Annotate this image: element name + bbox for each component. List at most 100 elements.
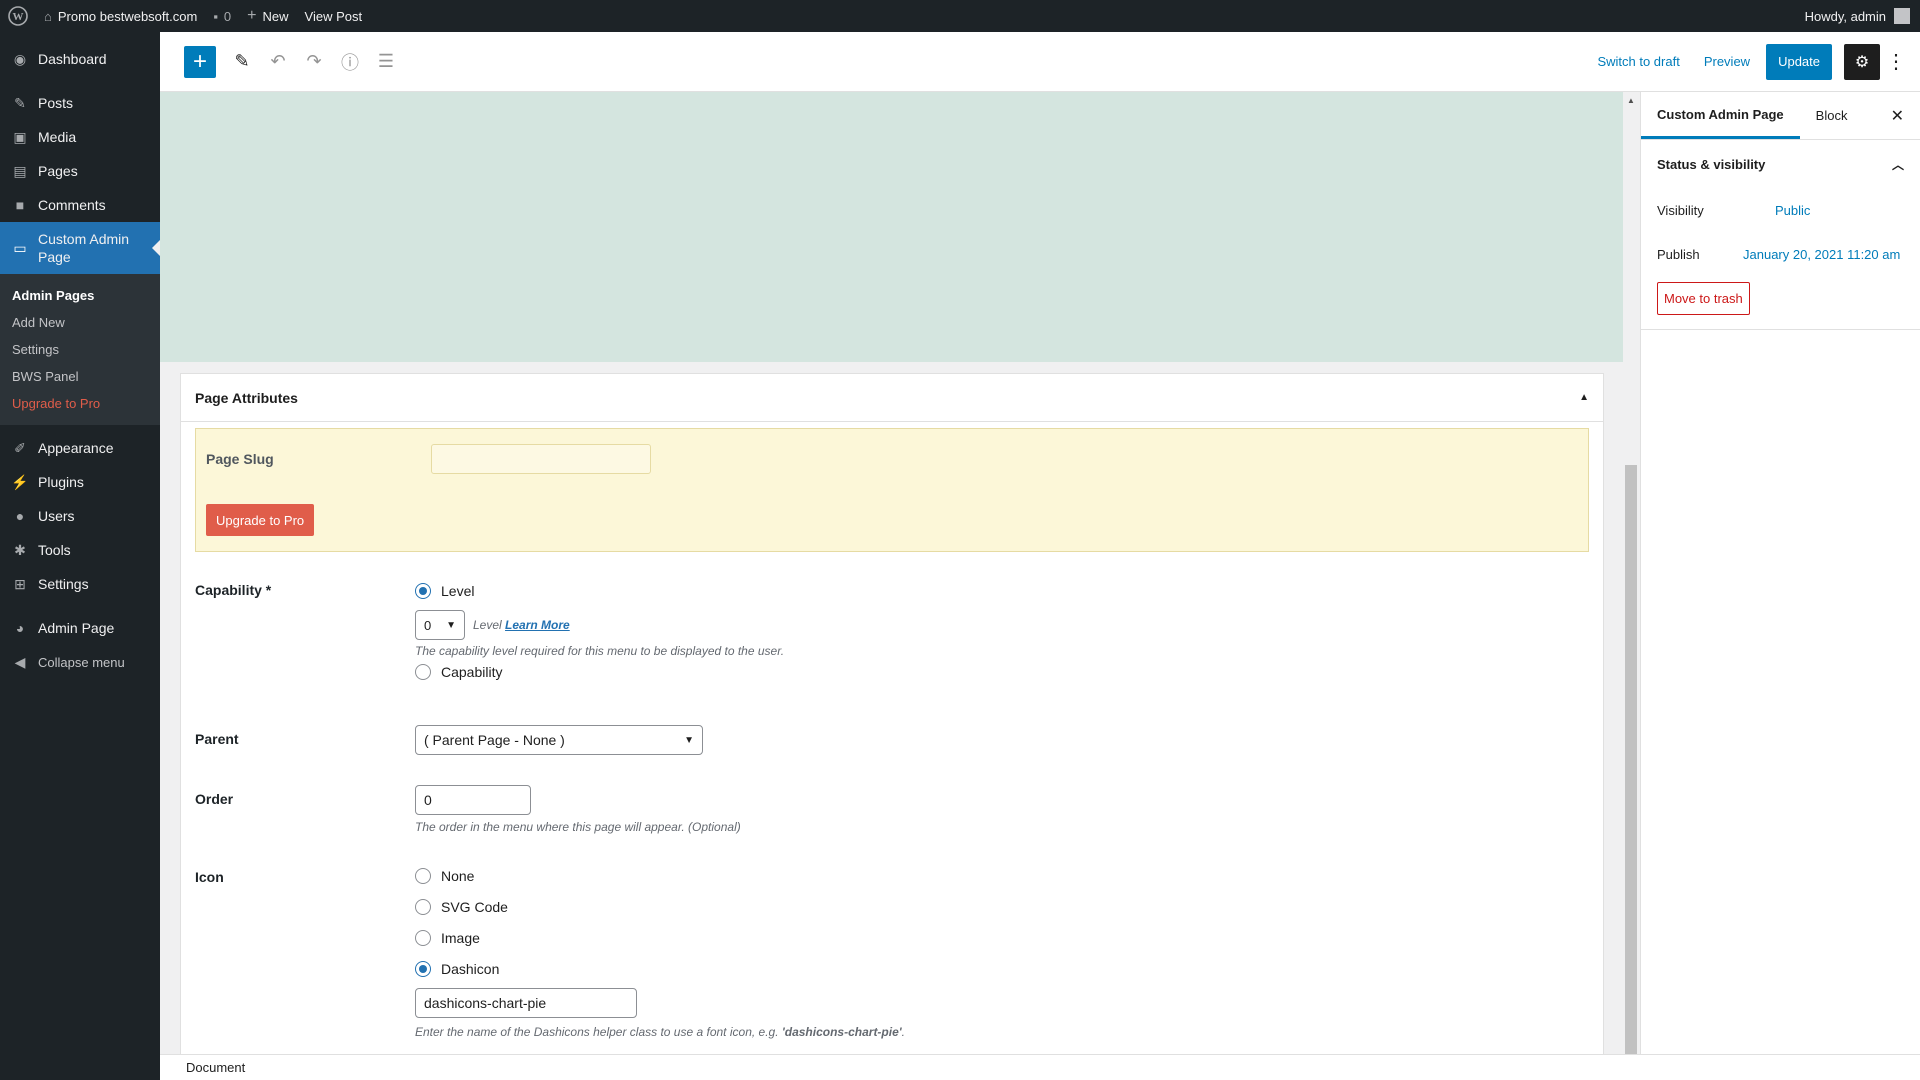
submenu-item-settings[interactable]: Settings — [0, 336, 160, 363]
account-menu[interactable]: Howdy, admin — [1797, 0, 1920, 32]
submenu-item-bws-panel[interactable]: BWS Panel — [0, 363, 160, 390]
dashicon-description: Enter the name of the Dashicons helper c… — [415, 1025, 905, 1039]
submenu-custom-admin-page: Admin Pages Add New Settings BWS Panel U… — [0, 274, 160, 425]
scroll-up-arrow-icon[interactable]: ▲ — [1627, 96, 1635, 105]
admin-sidebar: ◉ Dashboard ✎ Posts ▣ Media ▤ Pages ■ Co… — [0, 32, 160, 1080]
brush-icon: ✐ — [14, 439, 26, 456]
level-select[interactable]: 0 ▼ — [415, 610, 465, 640]
submenu-item-add-new[interactable]: Add New — [0, 309, 160, 336]
details-button[interactable]: ⓘ — [334, 46, 366, 78]
pin-icon: ✎ — [14, 94, 26, 111]
submenu-item-upgrade-to-pro[interactable]: Upgrade to Pro — [0, 390, 160, 417]
breadcrumb-document[interactable]: Document — [186, 1060, 245, 1075]
plus-icon: + — [247, 7, 257, 24]
wrench-icon: ✱ — [14, 541, 26, 558]
learn-more-link[interactable]: Learn More — [505, 618, 570, 632]
icon-dashicon-radio[interactable] — [415, 961, 431, 977]
undo-button[interactable]: ↶ — [262, 46, 294, 78]
sidebar-item-appearance[interactable]: ✐ Appearance — [0, 431, 160, 465]
list-view-button[interactable]: ☰ — [370, 46, 402, 78]
sidebar-item-admin-page[interactable]: ◕ Admin Page — [0, 611, 160, 645]
chevron-up-icon: ︿ — [1891, 157, 1904, 172]
icon-dashicon-radio-row[interactable]: Dashicon — [415, 961, 499, 977]
close-icon: ✕ — [1890, 107, 1904, 125]
upgrade-to-pro-button[interactable]: Upgrade to Pro — [206, 504, 315, 536]
sidebar-item-label: Admin Page — [38, 620, 115, 636]
settings-grid-icon: ⊞ — [14, 575, 26, 592]
collapse-menu-label: Collapse menu — [38, 654, 125, 670]
editor-canvas[interactable] — [160, 92, 1623, 362]
content-scrollbar-thumb[interactable] — [1625, 465, 1637, 1055]
settings-tabs: Custom Admin Page Block ✕ — [1641, 92, 1920, 140]
sidebar-item-label: Appearance — [38, 440, 114, 456]
settings-toggle-button[interactable]: ⚙ — [1844, 43, 1880, 80]
trash-wrapper: Move to trash — [1641, 276, 1920, 329]
tools-button[interactable]: ✎ — [226, 46, 258, 78]
collapse-menu-button[interactable]: ◀ Collapse menu — [0, 645, 160, 679]
collapse-up-icon[interactable]: ▲ — [1579, 392, 1589, 403]
tab-document[interactable]: Custom Admin Page — [1641, 92, 1800, 139]
sidebar-item-custom-admin-page[interactable]: ▭ Custom Admin Page — [0, 222, 160, 274]
status-visibility-panel-toggle[interactable]: Status & visibility ︿ — [1641, 140, 1920, 188]
view-post-link[interactable]: View Post — [297, 0, 371, 32]
editor-toolbar: + ✎ ↶ ↷ ⓘ ☰ Switch to draft Preview Upda… — [160, 32, 1920, 92]
page-icon: ▤ — [13, 162, 27, 179]
dashicon-desc-suffix: . — [901, 1025, 905, 1039]
capability-label: Capability * — [195, 582, 272, 598]
visibility-value-button[interactable]: Public — [1775, 203, 1810, 218]
redo-button[interactable]: ↷ — [298, 46, 330, 78]
parent-select[interactable]: ( Parent Page - None ) ▼ — [415, 725, 703, 755]
sidebar-item-settings[interactable]: ⊞ Settings — [0, 567, 160, 601]
level-radio-row[interactable]: Level — [415, 583, 474, 599]
capability-description: The capability level required for this m… — [415, 644, 785, 658]
sidebar-item-media[interactable]: ▣ Media — [0, 120, 160, 154]
user-icon: ● — [15, 508, 25, 524]
sidebar-item-users[interactable]: ● Users — [0, 499, 160, 533]
sidebar-item-plugins[interactable]: ⚡ Plugins — [0, 465, 160, 499]
icon-none-radio-row[interactable]: None — [415, 868, 474, 884]
update-button[interactable]: Update — [1766, 43, 1832, 80]
order-input[interactable]: 0 — [415, 785, 531, 815]
icon-none-radio[interactable] — [415, 868, 431, 884]
icon-image-radio-row[interactable]: Image — [415, 930, 480, 946]
comments-count: 0 — [223, 8, 232, 24]
order-label: Order — [195, 791, 234, 807]
capability-radio-row[interactable]: Capability — [415, 664, 502, 680]
level-radio[interactable] — [415, 583, 431, 599]
sidebar-item-pages[interactable]: ▤ Pages — [0, 154, 160, 188]
submenu-item-admin-pages[interactable]: Admin Pages — [0, 282, 160, 309]
sidebar-item-tools[interactable]: ✱ Tools — [0, 533, 160, 567]
publish-date-button[interactable]: January 20, 2021 11:20 am — [1743, 247, 1900, 262]
dashicon-desc-example: 'dashicons-chart-pie' — [781, 1025, 902, 1039]
capability-radio-label: Capability — [441, 664, 503, 680]
more-options-button[interactable]: ⋮ — [1880, 44, 1912, 80]
sidebar-item-label: Settings — [38, 576, 89, 592]
pie-chart-icon: ◕ — [15, 620, 25, 636]
icon-svg-radio[interactable] — [415, 899, 431, 915]
redo-icon: ↷ — [306, 51, 322, 71]
new-content-link[interactable]: + New — [239, 0, 296, 32]
add-block-button[interactable]: + — [184, 45, 216, 78]
capability-radio[interactable] — [415, 664, 431, 680]
icon-image-radio[interactable] — [415, 930, 431, 946]
sidebar-item-comments[interactable]: ■ Comments — [0, 188, 160, 222]
move-to-trash-button[interactable]: Move to trash — [1657, 282, 1750, 315]
icon-svg-radio-row[interactable]: SVG Code — [415, 899, 508, 915]
publish-row: Publish January 20, 2021 11:20 am — [1641, 232, 1920, 276]
sidebar-item-posts[interactable]: ✎ Posts — [0, 86, 160, 120]
close-settings-button[interactable]: ✕ — [1875, 92, 1920, 139]
wordpress-logo-icon[interactable]: W — [0, 0, 36, 32]
panel-title: Status & visibility — [1657, 156, 1766, 172]
dashicon-input[interactable]: dashicons-chart-pie — [415, 988, 637, 1018]
metabox-header[interactable]: Page Attributes ▲ — [181, 374, 1603, 422]
preview-button[interactable]: Preview — [1692, 54, 1762, 69]
icon-image-label: Image — [441, 930, 480, 946]
switch-to-draft-button[interactable]: Switch to draft — [1585, 54, 1691, 69]
icon-label: Icon — [195, 869, 224, 885]
undo-icon: ↶ — [270, 51, 286, 71]
level-inline-text: Level Learn More — [473, 618, 570, 632]
comments-link[interactable]: ▪ 0 — [205, 0, 239, 32]
tab-block[interactable]: Block — [1800, 92, 1864, 139]
sidebar-item-dashboard[interactable]: ◉ Dashboard — [0, 42, 160, 76]
site-name-link[interactable]: ⌂ Promo bestwebsoft.com — [36, 0, 205, 32]
